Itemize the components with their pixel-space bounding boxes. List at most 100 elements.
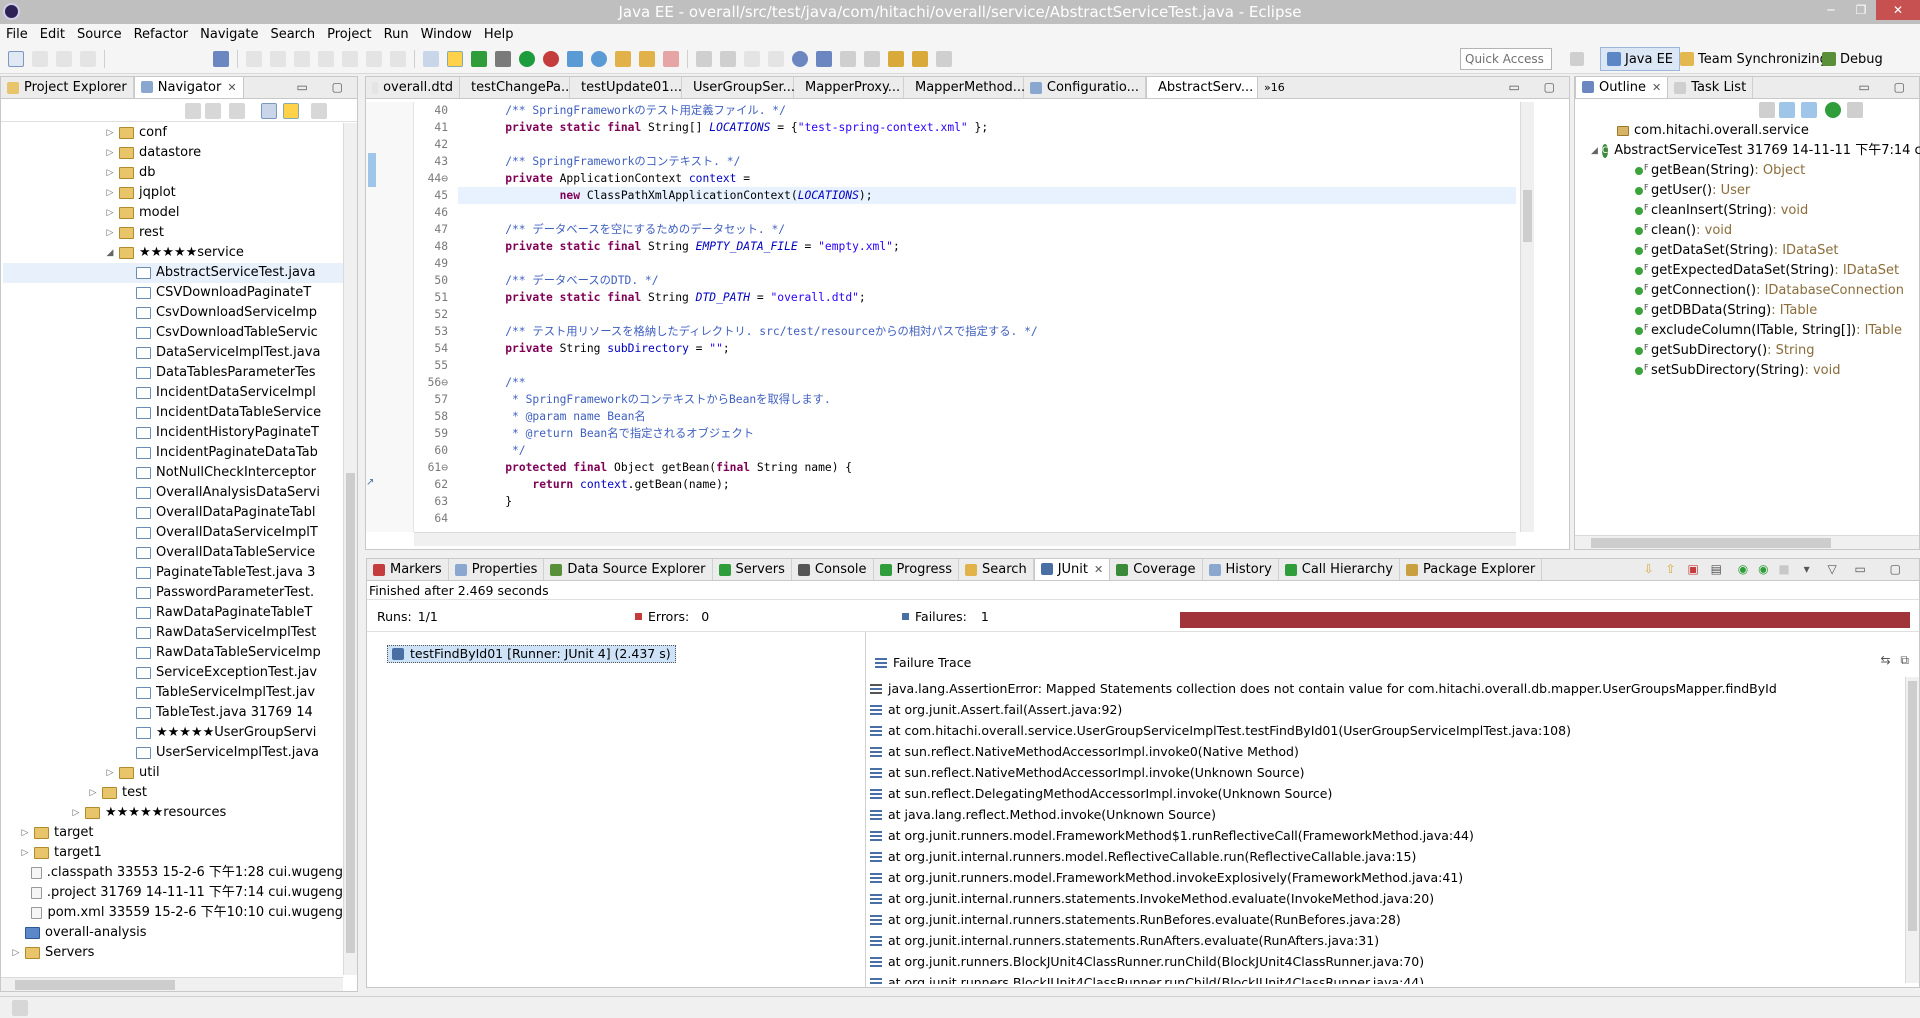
tree-item[interactable]: ▷ test: [3, 783, 343, 803]
editor-tab[interactable]: overall.dtd: [366, 77, 460, 98]
tab-outline[interactable]: Outline ✕: [1575, 77, 1669, 98]
tree-item[interactable]: OverallAnalysisDataServi: [3, 483, 343, 503]
tree-item[interactable]: IncidentDataTableService: [3, 403, 343, 423]
navigator-hscroll-thumb[interactable]: [15, 980, 175, 990]
trace-line[interactable]: at org.junit.internal.runners.model.Refl…: [866, 846, 1906, 867]
sort-icon[interactable]: [1759, 102, 1775, 118]
code-line[interactable]: 43 /** SpringFrameworkのコンテキスト. */: [434, 153, 1516, 170]
new-java-project-icon[interactable]: [567, 50, 583, 67]
expand-icon[interactable]: ▷: [71, 803, 81, 823]
tree-item[interactable]: ▷ target1: [3, 843, 343, 863]
print-icon[interactable]: [80, 50, 96, 67]
terminate-icon[interactable]: [294, 50, 310, 67]
tree-item[interactable]: RawDataTableServiceImp: [3, 643, 343, 663]
block2-icon[interactable]: [768, 50, 784, 67]
tree-item[interactable]: PaginateTableTest.java 3: [3, 563, 343, 583]
outline-package[interactable]: com.hitachi.overall.service: [1579, 121, 1915, 141]
outline-hscroll[interactable]: [1575, 535, 1919, 549]
tree-item[interactable]: ServiceExceptionTest.jav: [3, 663, 343, 683]
code-line[interactable]: 46: [434, 204, 1516, 221]
navigator-hscroll[interactable]: [1, 977, 343, 991]
code-line[interactable]: 58 * @param name Bean名: [434, 408, 1516, 425]
prev-failure-icon[interactable]: ⇧: [1666, 562, 1676, 576]
resume-icon[interactable]: [246, 50, 262, 67]
outline-member[interactable]: getExpectedDataSet(String) : IDataSet: [1579, 258, 1915, 281]
trace-line[interactable]: at org.junit.internal.runners.statements…: [866, 888, 1906, 909]
next-failure-icon[interactable]: ⇩: [1644, 562, 1654, 576]
tree-item[interactable]: ◢ ★★★★★service: [3, 243, 343, 263]
tree-item[interactable]: AbstractServiceTest.java: [3, 263, 343, 283]
tree-item[interactable]: ▷ db: [3, 163, 343, 183]
tab-navigator[interactable]: Navigator ✕: [133, 77, 244, 98]
close-icon[interactable]: ✕: [1652, 81, 1661, 94]
code-line[interactable]: 42: [434, 136, 1516, 153]
editor-tab[interactable]: MapperProxy...: [794, 77, 904, 98]
code-line[interactable]: 51 private static final String DTD_PATH …: [434, 289, 1516, 306]
open-task-icon[interactable]: [639, 50, 655, 67]
editor-tab[interactable]: AbstractServ...✕: [1146, 77, 1268, 98]
editor-vscroll-thumb[interactable]: [1523, 190, 1532, 242]
suspend-icon[interactable]: [270, 50, 286, 67]
tab-junit[interactable]: JUnit ✕: [1033, 559, 1111, 580]
close-icon[interactable]: ✕: [1094, 563, 1103, 576]
expand-icon[interactable]: ▷: [11, 943, 21, 963]
trace-vscroll-thumb[interactable]: [1908, 681, 1917, 931]
tree-item[interactable]: ▷ util: [3, 763, 343, 783]
fast-view-icon[interactable]: [12, 1000, 28, 1016]
trace-line[interactable]: at sun.reflect.DelegatingMethodAccessorI…: [866, 783, 1906, 804]
trace-line[interactable]: at org.junit.Assert.fail(Assert.java:92): [866, 699, 1906, 720]
trace-line[interactable]: at sun.reflect.NativeMethodAccessorImpl.…: [866, 762, 1906, 783]
tree-item[interactable]: IncidentDataServiceImpl: [3, 383, 343, 403]
tree-item[interactable]: ▷ Servers: [3, 943, 343, 963]
tab-data-source-explorer[interactable]: Data Source Explorer: [544, 559, 713, 580]
expand-icon[interactable]: ▷: [88, 783, 98, 803]
outline-member[interactable]: cleanInsert(String) : void: [1579, 198, 1915, 221]
new-class-icon[interactable]: [591, 50, 607, 67]
tree-item[interactable]: RawDataServiceImplTest: [3, 623, 343, 643]
menu-source[interactable]: Source: [71, 27, 128, 42]
code-line[interactable]: 40 /** SpringFrameworkのテスト用定義ファイル. */: [434, 102, 1516, 119]
rerun-failed-icon[interactable]: ◉: [1758, 562, 1768, 576]
expand-icon[interactable]: ◢: [105, 243, 115, 263]
run-external-icon[interactable]: [543, 50, 559, 67]
tab-history[interactable]: History: [1202, 559, 1279, 580]
code-line[interactable]: 54 private String subDirectory = "";: [434, 340, 1516, 357]
tree-item[interactable]: ▷ jqplot: [3, 183, 343, 203]
tree-item[interactable]: ▷ target: [3, 823, 343, 843]
code-line[interactable]: 56⊖ /**: [428, 374, 1516, 391]
perspective-debug[interactable]: Debug: [1822, 47, 1883, 71]
code-line[interactable]: 44⊖ private ApplicationContext context =: [428, 170, 1516, 187]
tab-properties[interactable]: Properties: [448, 559, 545, 580]
menu-edit[interactable]: Edit: [34, 27, 71, 42]
view-menu-icon[interactable]: [311, 103, 327, 119]
new-icon[interactable]: [8, 50, 24, 67]
up-icon[interactable]: [229, 103, 245, 119]
view-minmax[interactable]: ▭ ▢: [297, 80, 354, 94]
hide-nonpublic-icon[interactable]: [1825, 102, 1841, 118]
tree-item[interactable]: ▷ model: [3, 203, 343, 223]
code-lines[interactable]: 40 /** SpringFrameworkのテスト用定義ファイル. */41 …: [414, 102, 1516, 532]
outline-member[interactable]: setSubDirectory(String) : void: [1579, 358, 1915, 381]
quick-access-input[interactable]: Quick Access: [1460, 48, 1552, 70]
code-line[interactable]: 48 private static final String EMPTY_DAT…: [434, 238, 1516, 255]
editor-minmax[interactable]: ▭ ▢: [1509, 80, 1566, 94]
code-line[interactable]: 62 return context.getBean(name);: [434, 476, 1516, 493]
tree-item[interactable]: PasswordParameterTest.: [3, 583, 343, 603]
outline-member[interactable]: clean() : void: [1579, 218, 1915, 241]
minimize-button[interactable]: ─: [1816, 0, 1846, 20]
prev-annotation-icon[interactable]: [864, 50, 880, 67]
editor-hscroll[interactable]: [414, 532, 1516, 546]
outline-member[interactable]: excludeColumn(ITable, String[]) : ITable: [1579, 318, 1915, 341]
server-icon[interactable]: [471, 50, 487, 67]
tree-item[interactable]: CsvDownloadTableServic: [3, 323, 343, 343]
open-perspective-button[interactable]: [1570, 47, 1588, 71]
trace-vscroll[interactable]: [1905, 677, 1919, 983]
last-edit-icon[interactable]: [936, 50, 952, 67]
navigator-vscroll[interactable]: [343, 123, 357, 975]
code-line[interactable]: 55: [434, 357, 1516, 374]
expand-icon[interactable]: ▷: [105, 123, 115, 143]
perspective-team-sync[interactable]: Team Synchronizing: [1680, 47, 1828, 71]
save-all-icon[interactable]: [56, 50, 72, 67]
menu-refactor[interactable]: Refactor: [128, 27, 195, 42]
tab-task-list[interactable]: Task List: [1668, 77, 1754, 98]
